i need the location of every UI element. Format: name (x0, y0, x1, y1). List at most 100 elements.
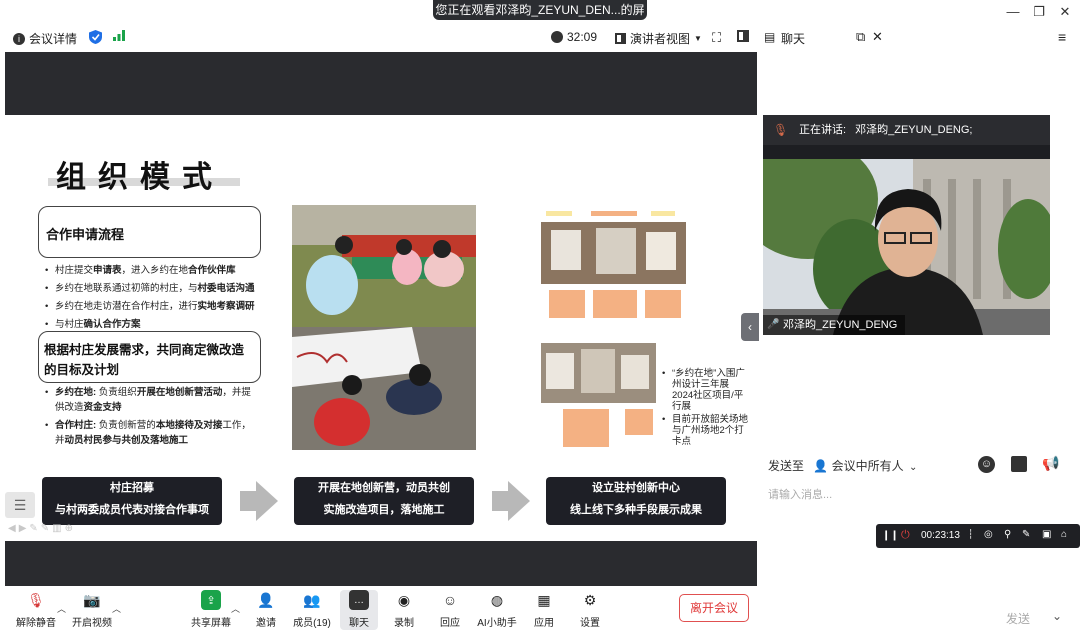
slide-controls[interactable]: ◀▶✎✎▥⊕ (8, 523, 76, 534)
step-2-box: 开展在地创新营，动员共创 实施改造项目，落地施工 (294, 477, 474, 525)
chat-label: 聊天 (349, 618, 369, 629)
reaction-label: 回应 (440, 618, 460, 629)
mic-muted-icon: 🎙 (27, 591, 45, 608)
restore-icon[interactable]: ❐ (1029, 4, 1049, 20)
invite-label: 邀请 (256, 618, 276, 629)
chevron-down-icon: ▼ (694, 34, 702, 43)
step-3-line1: 设立驻村创新中心 (592, 482, 680, 494)
exhibit-bullets: “乡约在地”入围广州设计三年展2024社区项目/平行展 目前开放韶关场地与广州场… (660, 368, 750, 447)
screenshot-icon[interactable]: ◎ (984, 529, 993, 540)
signal-strength-icon[interactable] (113, 30, 125, 41)
pen-icon[interactable]: ✎ (1022, 529, 1030, 540)
chat-icon: ▤ (764, 30, 776, 44)
speaker-video: 正在讲话: 邓泽昀_ZEYUN_DENG; 🎙 🎤 邓泽昀_ZEYUN_DENG (763, 115, 1050, 335)
record-button[interactable]: ◉ 录制 (380, 590, 428, 630)
members-button[interactable]: 👥 成员(19) (288, 590, 336, 630)
screen-share-banner[interactable]: 您正在观看邓泽昀_ZEYUN_DEN...的屏幕 ☰ (433, 0, 647, 37)
box2-title: 根据村庄发展需求，共同商定微改造 的目标及计划 (44, 340, 244, 380)
step-3-box: 设立驻村创新中心 线上线下多种手段展示成果 (546, 477, 726, 525)
start-video-label: 开启视频 (72, 618, 112, 629)
apps-button[interactable]: ▦ 应用 (520, 590, 568, 630)
slide-list-icon[interactable]: ☰ (5, 492, 35, 518)
settings-icon: ⚙ (583, 591, 597, 608)
meeting-toolbar: 🎙 解除静音 ︿ 📷 开启视频 ︿ ⇪ 共享屏幕 ︿ 👤 邀请 👥 成员(19)… (0, 588, 760, 635)
box2-bullet: 乡约在地: 负责组织开展在地创新营活动，并提供改造资金支持 (43, 385, 258, 415)
speaking-indicator: 正在讲话: 邓泽昀_ZEYUN_DENG; (763, 115, 1050, 145)
ai-assistant-button[interactable]: ◍ AI小助手 (473, 590, 521, 630)
minimize-icon[interactable]: — (1003, 4, 1023, 20)
close-icon[interactable]: ✕ (1055, 4, 1075, 20)
unmute-button[interactable]: 🎙 解除静音 (12, 590, 60, 630)
info-icon: i (13, 32, 25, 45)
step-1-line1: 村庄招募 (110, 482, 154, 494)
emoji-icon[interactable]: ☺ (978, 456, 995, 473)
message-input[interactable]: 请输入消息... (768, 486, 832, 502)
box1-bullet: 乡约在地联系通过初筛的村庄，与村委电话沟通 (43, 281, 268, 296)
fullscreen-icon[interactable]: ⛶ (712, 30, 721, 46)
reaction-button[interactable]: ☺ 回应 (426, 590, 474, 629)
chat-panel-header: ▤ 聊天 ⧉ ✕ ≡ (762, 26, 1080, 50)
box2-bullet: 合作村庄: 负责创新营的本地接待及对接工作，并动员村民参与共创及落地施工 (43, 418, 258, 448)
folder-icon[interactable] (1011, 456, 1027, 472)
announcement-icon[interactable]: 📢 (1042, 455, 1059, 472)
mic-icon: 🎙 (773, 123, 789, 137)
apps-icon: ▦ (537, 591, 551, 608)
box1-bullets: 村庄提交申请表，进入乡约在地合作伙伴库 乡约在地联系通过初筛的村庄，与村委电话沟… (43, 263, 268, 332)
reaction-icon: ☺ (442, 592, 458, 608)
send-to-selector[interactable]: 发送至 👤 会议中所有人 ⌄ (768, 457, 917, 474)
camera-icon[interactable]: ▣ (1042, 529, 1051, 540)
collapse-panel-icon[interactable]: ‹ (741, 313, 759, 341)
meeting-info-button[interactable]: i 会议详情 (13, 30, 77, 47)
goal-plan-box: 根据村庄发展需求，共同商定微改造 的目标及计划 (38, 331, 261, 383)
popout-icon[interactable]: ⧉ (856, 29, 865, 45)
view-mode-dropdown[interactable]: 演讲者视图 ▼ (615, 30, 702, 47)
members-icon: 👥 (303, 591, 321, 608)
start-video-button[interactable]: 📷 开启视频 (68, 590, 116, 630)
meeting-bar: i 会议详情 32:09 演讲者视图 ▼ ⛶ (0, 26, 760, 50)
security-shield-icon[interactable] (89, 30, 102, 44)
chevron-up-icon[interactable]: ︿ (231, 602, 240, 615)
menu-icon[interactable]: ≡ (1058, 29, 1066, 45)
step-arrow-2-head (508, 481, 530, 521)
speaking-label: 正在讲话: (799, 124, 847, 136)
close-chat-icon[interactable]: ✕ (872, 29, 883, 45)
share-screen-label: 共享屏幕 (191, 618, 231, 629)
side-panel-icon[interactable] (737, 30, 749, 42)
shared-screen-top-bar (5, 52, 757, 115)
chat-icon: … (349, 590, 369, 610)
chat-button[interactable]: … 聊天 (340, 590, 378, 630)
step-1-box: 村庄招募 与村两委成员代表对接合作事项 (42, 477, 222, 525)
share-screen-button[interactable]: ⇪ 共享屏幕 (187, 590, 235, 629)
video-frame (763, 159, 1050, 335)
record-label: 录制 (394, 618, 414, 629)
ai-assistant-icon: ◍ (490, 591, 504, 608)
step-2-line1: 开展在地创新营，动员共创 (318, 482, 450, 494)
pause-icon[interactable]: ❙❙ (882, 530, 899, 541)
slide-title: 组织模式 (56, 160, 224, 195)
step-3-line2: 线上线下多种手段展示成果 (570, 504, 702, 516)
home-icon[interactable]: ⌂ (1061, 529, 1067, 540)
box1-bullet: 乡约在地走访潜在合作村庄，进行实地考察调研 (43, 299, 268, 314)
unmute-label: 解除静音 (16, 618, 56, 629)
search-icon[interactable]: ⚲ (1004, 529, 1011, 540)
timer-value: 32:09 (567, 30, 598, 44)
video-name-tag: 🎤 邓泽昀_ZEYUN_DENG (763, 315, 906, 335)
chevron-up-icon[interactable]: ︿ (57, 602, 66, 615)
stop-icon[interactable]: ⏻ (901, 529, 910, 542)
children-painting-photo-1 (292, 205, 476, 327)
step-arrow-2 (492, 491, 508, 511)
send-button[interactable]: 发送 (1006, 610, 1030, 627)
box2-bullets: 乡约在地: 负责组织开展在地创新营活动，并提供改造资金支持 合作村庄: 负责创新… (43, 385, 258, 448)
camera-off-icon: 📷 (83, 591, 101, 608)
settings-button[interactable]: ⚙ 设置 (566, 590, 614, 630)
send-to-label: 发送至 (768, 459, 805, 473)
view-mode-label: 演讲者视图 (630, 32, 691, 46)
leave-meeting-button[interactable]: 离开会议 (679, 594, 749, 622)
box1-bullet: 与村庄确认合作方案 (43, 317, 268, 332)
recording-bar: ❙❙ ⏻ 00:23:13 ┆ ◎ ⚲ ✎ ▣ ⌂ (876, 524, 1080, 548)
chevron-up-icon[interactable]: ︿ (112, 602, 121, 615)
ai-assistant-label: AI小助手 (477, 618, 517, 629)
exhibition-photo-2 (541, 343, 656, 403)
invite-button[interactable]: 👤 邀请 (242, 590, 290, 630)
send-options-chevron-icon[interactable]: ⌄ (1052, 609, 1062, 623)
